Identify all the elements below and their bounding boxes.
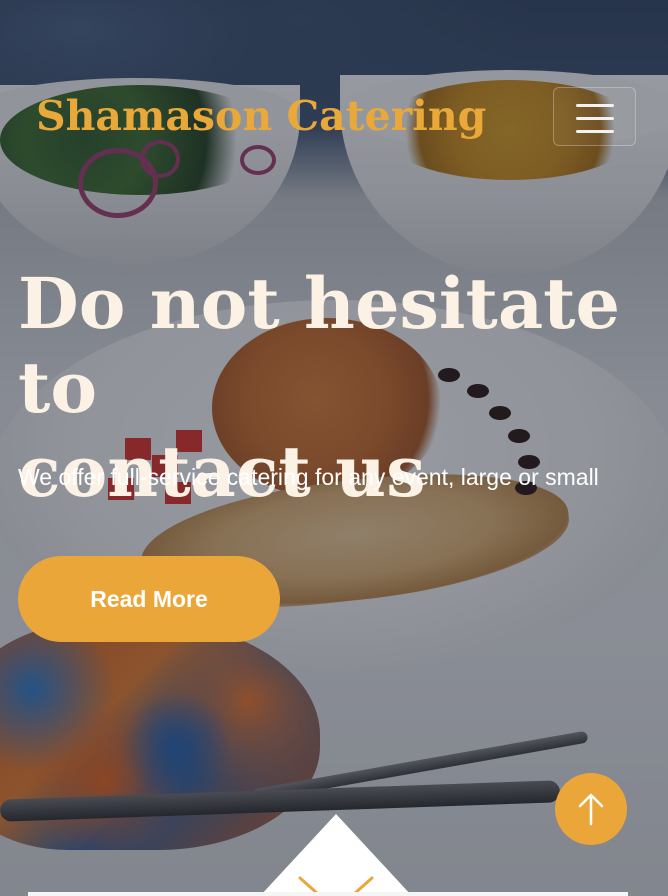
hero-headline-line1: Do not hesitate to: [18, 262, 621, 429]
menu-toggle-button[interactable]: [553, 87, 636, 146]
back-to-top-button[interactable]: [555, 773, 627, 845]
arrow-up-icon: [578, 793, 604, 826]
next-section-edge: [28, 892, 628, 896]
hero-subtext: We offer full-service catering for any e…: [18, 464, 599, 490]
brand-logo-link[interactable]: Shamason Catering: [36, 92, 486, 140]
read-more-button[interactable]: Read More: [18, 556, 280, 642]
